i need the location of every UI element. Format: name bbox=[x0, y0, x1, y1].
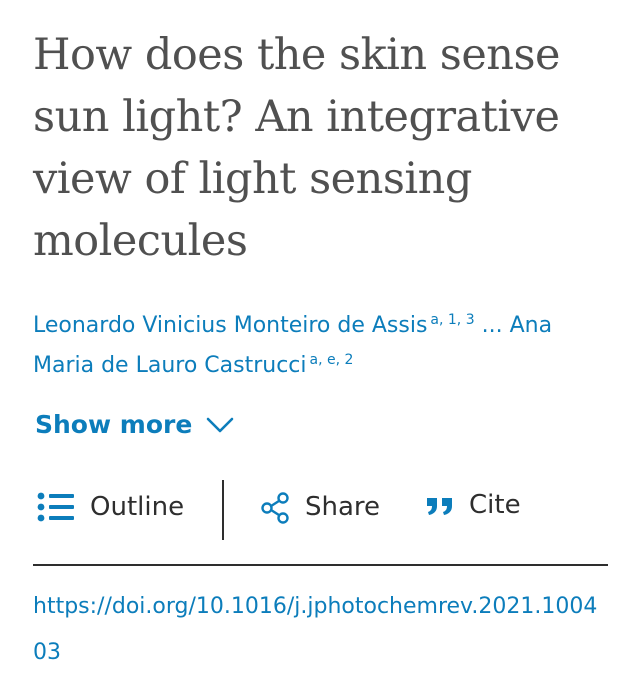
cite-label: Cite bbox=[469, 490, 521, 520]
outline-button[interactable]: Outline bbox=[36, 490, 184, 524]
cite-button[interactable]: Cite bbox=[425, 490, 521, 520]
article-toolbar: Outline Share Cite bbox=[33, 476, 608, 540]
author-link-first[interactable]: Leonardo Vinicius Monteiro de Assis a, 1,… bbox=[33, 313, 475, 338]
doi-link[interactable]: https://doi.org/10.1016/j.jphotochemrev.… bbox=[33, 584, 608, 676]
share-button[interactable]: Share bbox=[259, 490, 380, 524]
share-label: Share bbox=[305, 492, 381, 522]
author-list: Leonardo Vinicius Monteiro de Assis a, 1,… bbox=[33, 306, 613, 386]
author-affiliations: a, e, 2 bbox=[309, 352, 354, 368]
author-name: Leonardo Vinicius Monteiro de Assis bbox=[33, 313, 428, 338]
author-affiliations: a, 1, 3 bbox=[430, 312, 475, 328]
share-icon bbox=[259, 490, 291, 524]
toolbar-divider bbox=[222, 480, 224, 540]
outline-label: Outline bbox=[90, 492, 185, 522]
author-ellipsis: ... bbox=[481, 313, 503, 338]
quote-icon bbox=[425, 490, 455, 520]
list-icon bbox=[36, 490, 76, 524]
section-divider bbox=[33, 564, 608, 566]
show-more-button[interactable]: Show more bbox=[35, 410, 234, 439]
chevron-down-icon bbox=[206, 416, 234, 434]
show-more-label: Show more bbox=[35, 410, 193, 439]
article-title: How does the skin sense sun light? An in… bbox=[33, 30, 561, 266]
